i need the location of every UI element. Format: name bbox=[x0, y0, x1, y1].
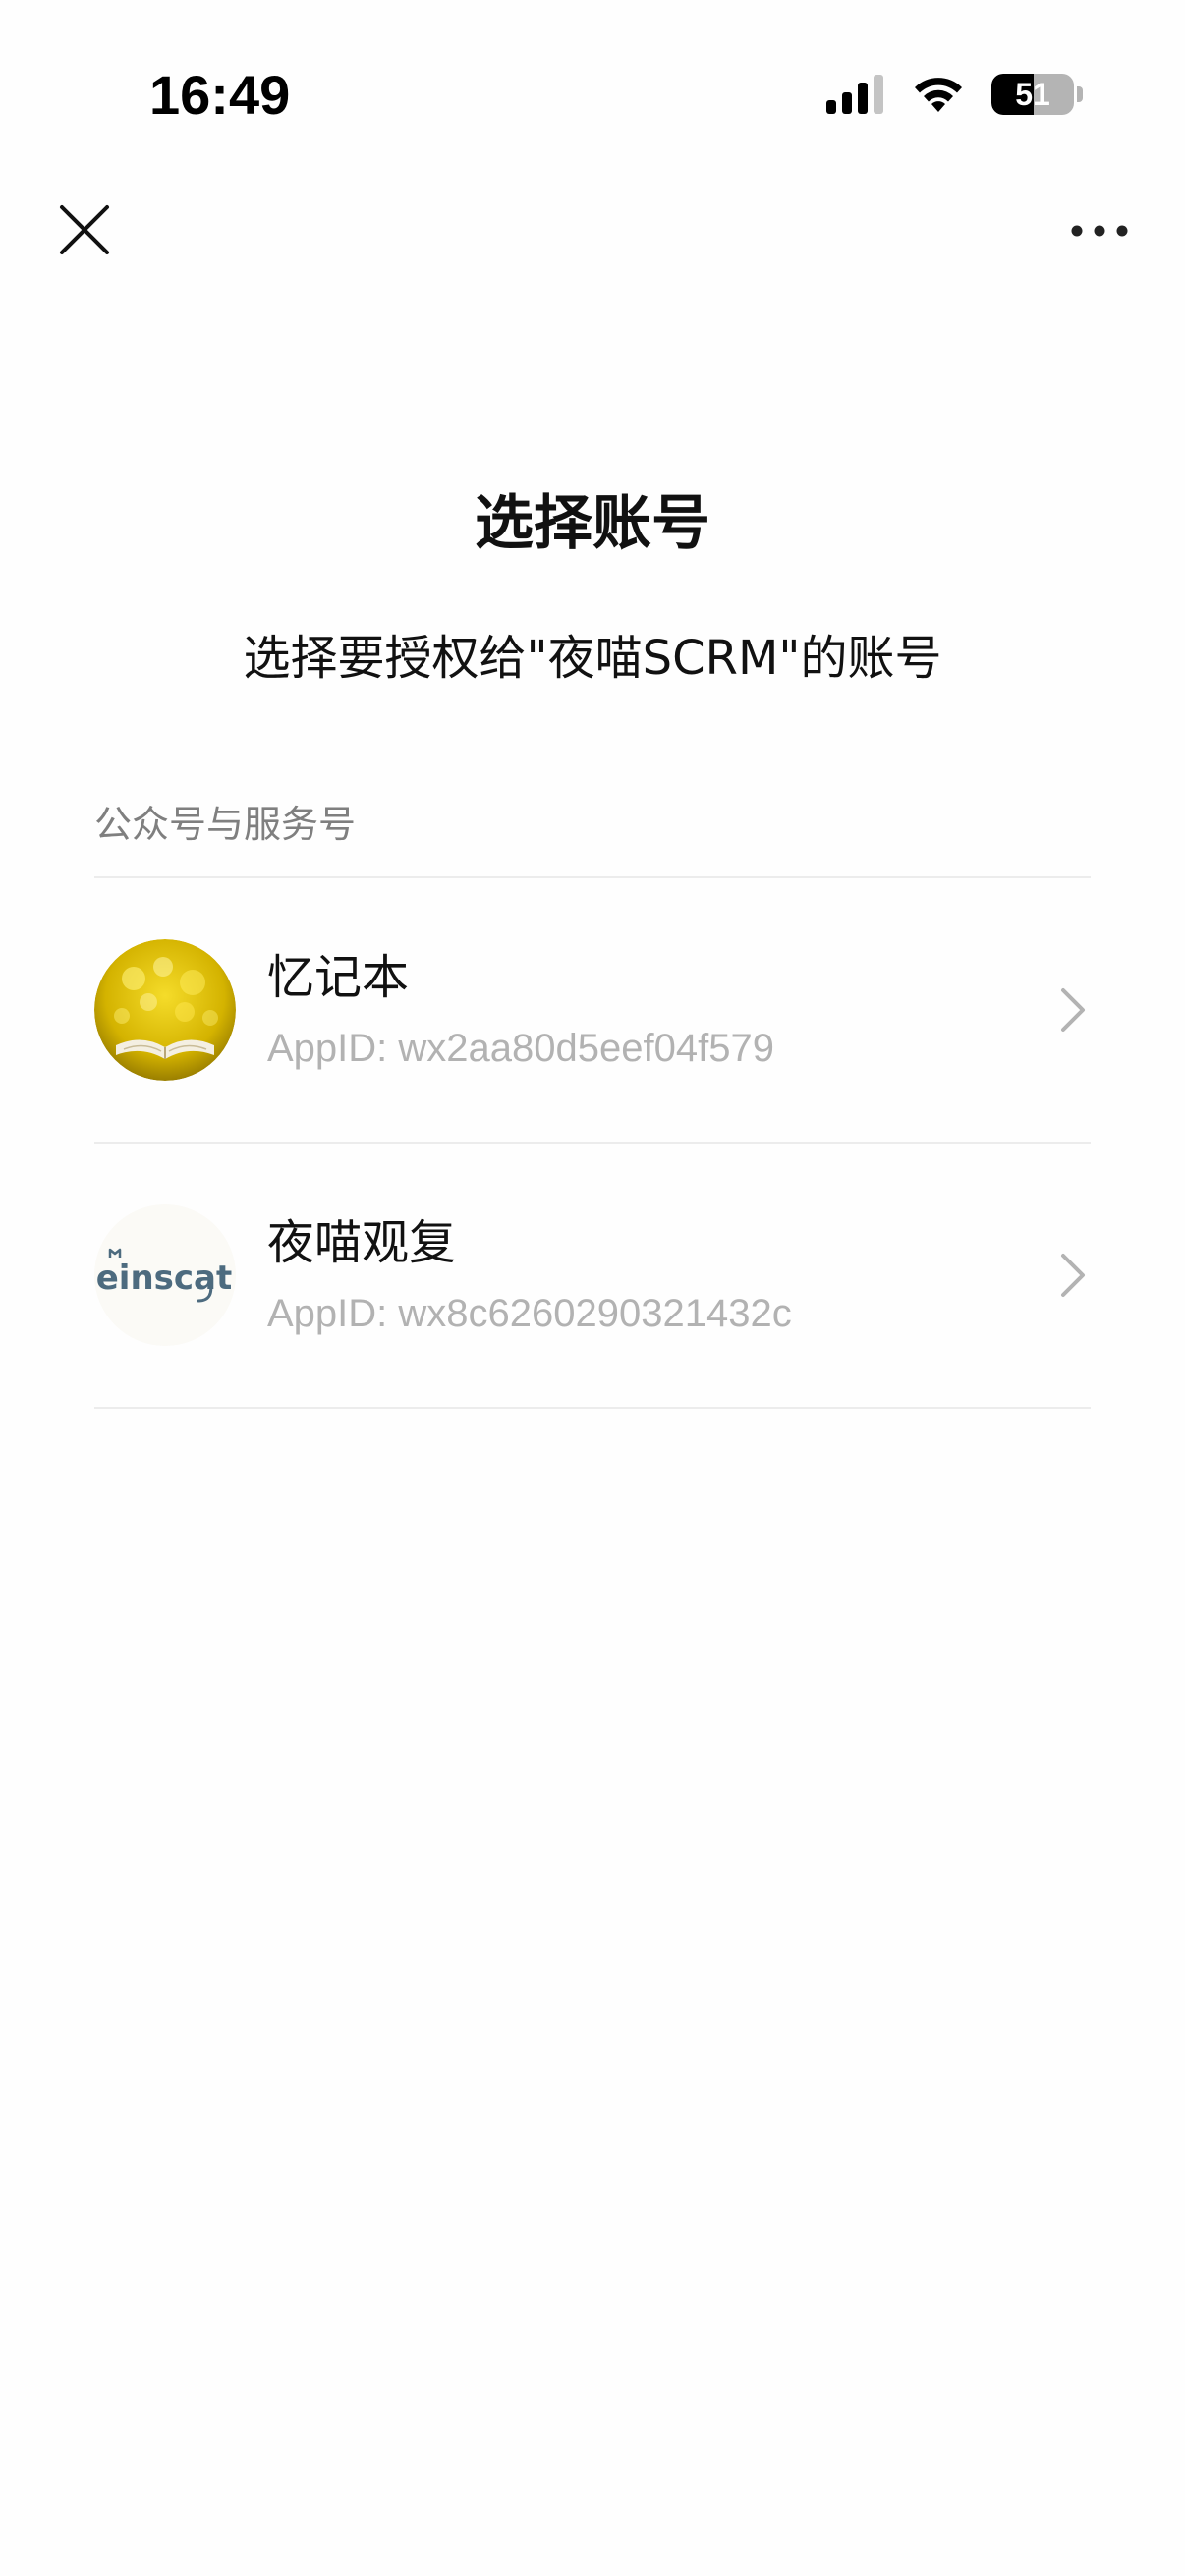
account-item-yijiben[interactable]: 忆记本 AppID: wx2aa80d5eef04f579 bbox=[94, 878, 1091, 1142]
status-icons: 51 bbox=[824, 73, 1083, 116]
account-item-yemiaoguanfu[interactable]: einscat 夜喵观复 AppID: wx8c6260290321432c bbox=[94, 1144, 1091, 1407]
account-name: 夜喵观复 bbox=[267, 1215, 457, 1270]
close-button[interactable] bbox=[55, 200, 114, 259]
account-appid: AppID: wx8c6260290321432c bbox=[267, 1292, 792, 1335]
chevron-right-icon bbox=[1061, 1254, 1085, 1297]
close-icon bbox=[60, 205, 109, 254]
battery-tip bbox=[1077, 86, 1083, 102]
account-text: 忆记本 AppID: wx2aa80d5eef04f579 bbox=[267, 947, 1091, 1073]
status-bar: 16:49 51 bbox=[0, 0, 1185, 187]
account-appid: AppID: wx2aa80d5eef04f579 bbox=[267, 1027, 774, 1070]
wifi-icon bbox=[915, 78, 962, 112]
chevron-right-icon bbox=[1061, 988, 1085, 1032]
battery-icon: 51 bbox=[991, 74, 1074, 115]
more-button[interactable] bbox=[1065, 206, 1134, 255]
account-text: 夜喵观复 AppID: wx8c6260290321432c bbox=[267, 1212, 1091, 1338]
account-select-screen: 16:49 51 选择账号 选择要授权给"夜喵SCRM"的账号 公众号与服务号 … bbox=[0, 0, 1185, 2576]
book-bokeh-avatar bbox=[94, 939, 236, 1081]
divider bbox=[94, 1407, 1091, 1409]
page-title: 选择账号 bbox=[475, 489, 710, 558]
einscat-logo-avatar: einscat bbox=[94, 1204, 236, 1346]
section-header: 公众号与服务号 bbox=[94, 803, 357, 846]
account-list: 忆记本 AppID: wx2aa80d5eef04f579 einscat 夜喵… bbox=[94, 876, 1091, 1409]
account-name: 忆记本 bbox=[267, 950, 410, 1005]
battery-level: 51 bbox=[1015, 76, 1050, 112]
status-time: 16:49 bbox=[149, 64, 291, 126]
page-subtitle: 选择要授权给"夜喵SCRM"的账号 bbox=[243, 631, 942, 686]
more-horizontal-icon bbox=[1071, 225, 1128, 237]
signal-icon bbox=[826, 75, 883, 114]
